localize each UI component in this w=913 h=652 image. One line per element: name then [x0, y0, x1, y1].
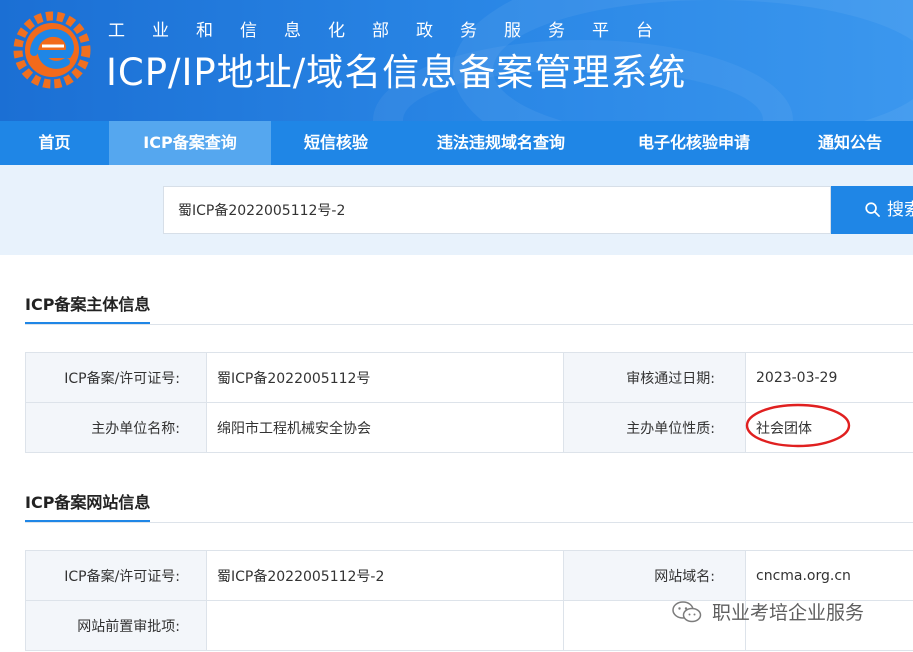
wechat-watermark: 职业考培企业服务	[672, 598, 864, 625]
header-subtitle: 工业和信息化部政务服务平台	[108, 21, 680, 41]
search-button-label: 搜索	[887, 200, 913, 220]
nav-item-home[interactable]: 首页	[0, 121, 109, 165]
organizer-name-value: 绵阳市工程机械安全协会	[206, 402, 564, 453]
nav-item-sms-verify[interactable]: 短信核验	[271, 121, 401, 165]
website-license-value: 蜀ICP备2022005112号-2	[206, 550, 564, 601]
site-header: 工业和信息化部政务服务平台 ICP/IP地址/域名信息备案管理系统	[0, 0, 913, 121]
nav-item-icp-query[interactable]: ICP备案查询	[109, 121, 271, 165]
license-number-value: 蜀ICP备2022005112号	[206, 352, 564, 403]
section-divider	[25, 324, 913, 325]
website-domain-label: 网站域名:	[563, 550, 746, 601]
organizer-type-label: 主办单位性质:	[563, 402, 746, 453]
nav-item-electronic-verify-apply[interactable]: 电子化核验申请	[601, 121, 787, 165]
approval-date-value: 2023-03-29	[745, 352, 913, 403]
nav-item-notices[interactable]: 通知公告	[787, 121, 913, 165]
table-row: ICP备案/许可证号: 蜀ICP备2022005112号-2 网站域名: cnc…	[25, 550, 913, 601]
wechat-icon	[672, 601, 702, 623]
watermark-text: 职业考培企业服务	[712, 602, 865, 624]
license-number-label: ICP备案/许可证号:	[25, 352, 207, 403]
website-domain-value: cncma.org.cn	[745, 550, 913, 601]
search-area: 搜索	[0, 165, 913, 255]
page-title: ICP/IP地址/域名信息备案管理系统	[106, 51, 687, 94]
website-section-title: ICP备案网站信息	[25, 489, 151, 522]
miit-logo-icon	[13, 11, 91, 89]
section-divider	[25, 522, 913, 523]
search-icon	[865, 202, 880, 217]
website-license-label: ICP备案/许可证号:	[25, 550, 207, 601]
pre-approval-value	[206, 600, 564, 651]
main-nav: 首页 ICP备案查询 短信核验 违法违规域名查询 电子化核验申请 通知公告	[0, 121, 913, 165]
pre-approval-label: 网站前置审批项:	[25, 600, 207, 651]
subject-section-title: ICP备案主体信息	[25, 291, 151, 324]
organizer-name-label: 主办单位名称:	[25, 402, 207, 453]
highlight-circle-annotation	[745, 403, 851, 448]
search-input[interactable]	[163, 186, 831, 234]
table-row: ICP备案/许可证号: 蜀ICP备2022005112号 审核通过日期: 202…	[25, 352, 913, 403]
approval-date-label: 审核通过日期:	[563, 352, 746, 403]
nav-item-illegal-domain-query[interactable]: 违法违规域名查询	[401, 121, 601, 165]
search-button[interactable]: 搜索	[831, 186, 913, 234]
